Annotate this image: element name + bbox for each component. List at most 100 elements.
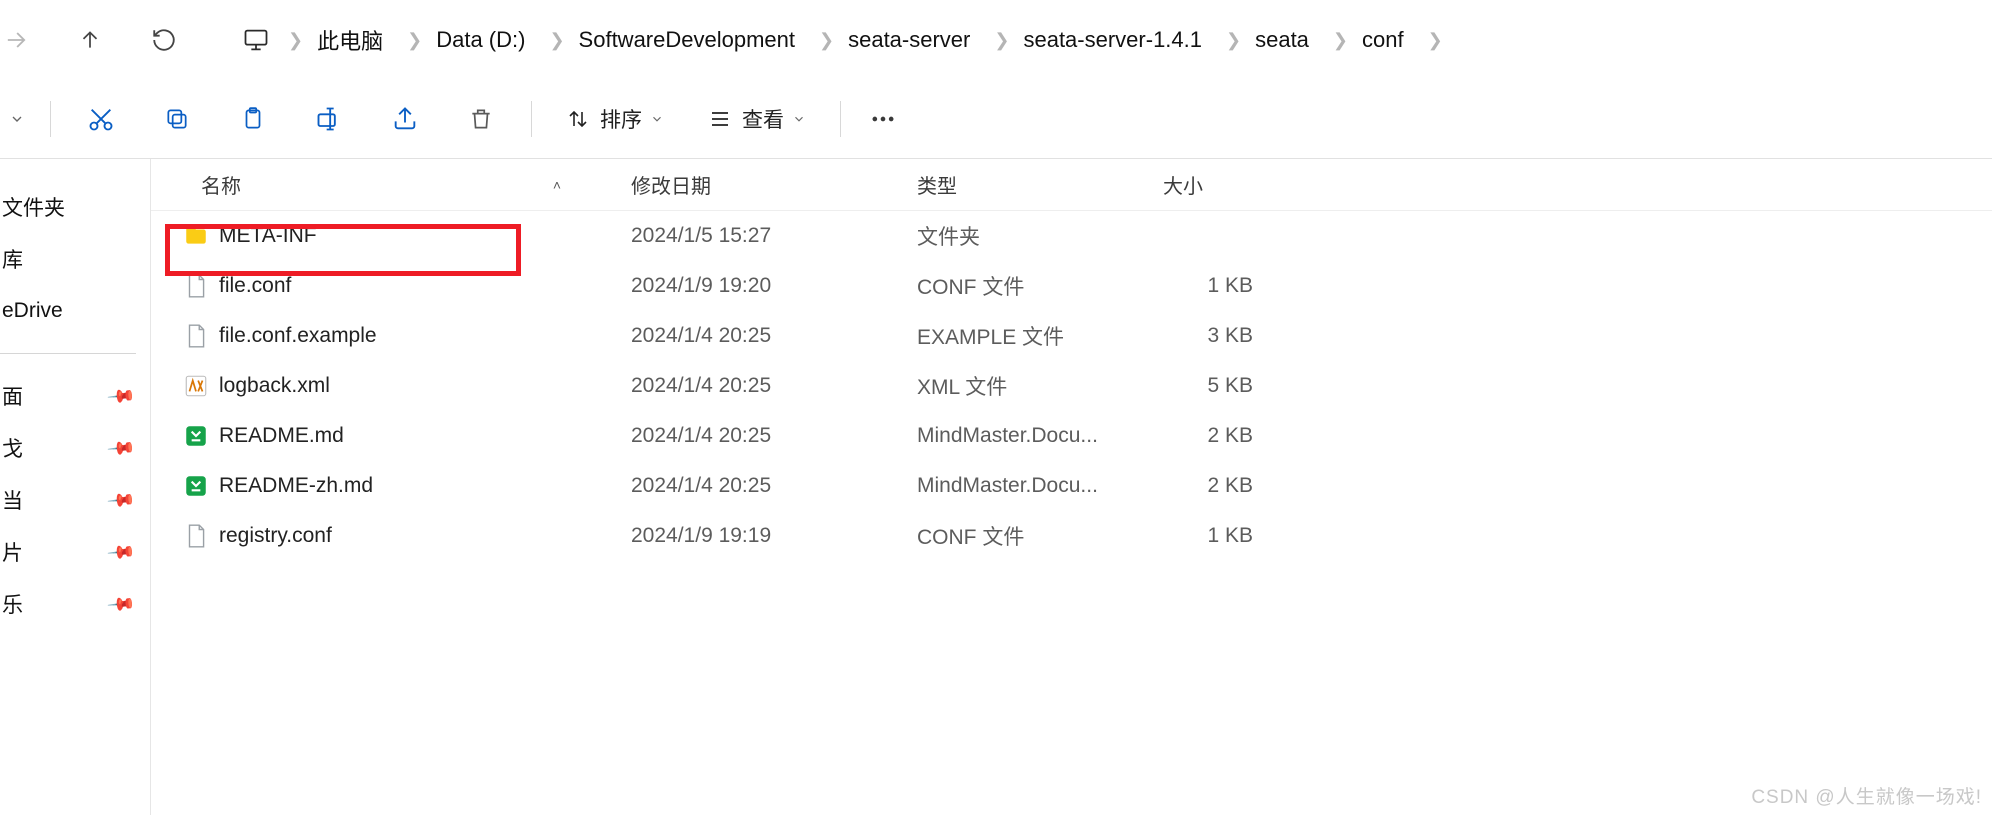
view-label: 查看 bbox=[742, 104, 784, 134]
chevron-right-icon[interactable]: ❯ bbox=[549, 30, 564, 51]
column-name[interactable]: 名称˄ bbox=[151, 170, 631, 199]
sort-button[interactable]: 排序 bbox=[566, 104, 664, 134]
paste-icon[interactable] bbox=[229, 95, 277, 143]
sidebar-item-label: 片 bbox=[2, 537, 23, 567]
cell-size: 5 KB bbox=[1163, 374, 1363, 398]
file-icon bbox=[183, 323, 209, 349]
file-name: registry.conf bbox=[219, 524, 332, 548]
sort-label: 排序 bbox=[600, 104, 642, 134]
table-row[interactable]: file.conf.example 2024/1/4 20:25EXAMPLE 文… bbox=[151, 311, 1992, 361]
file-name: META-INF bbox=[219, 224, 317, 248]
breadcrumb-item[interactable]: SoftwareDevelopment bbox=[579, 27, 795, 53]
cell-date: 2024/1/4 20:25 bbox=[631, 324, 917, 348]
cell-size: 1 KB bbox=[1163, 274, 1363, 298]
sidebar-item[interactable]: 库 bbox=[0, 233, 150, 285]
cell-type: EXAMPLE 文件 bbox=[917, 321, 1163, 351]
sidebar-item-label: 库 bbox=[2, 244, 23, 274]
separator bbox=[840, 101, 841, 137]
cell-date: 2024/1/9 19:19 bbox=[631, 524, 917, 548]
table-row[interactable]: README.md2024/1/4 20:25MindMaster.Docu..… bbox=[151, 411, 1992, 461]
rename-icon[interactable] bbox=[305, 95, 353, 143]
forward-icon[interactable] bbox=[0, 24, 32, 56]
sidebar-item[interactable]: 面📌 bbox=[0, 370, 150, 422]
file-icon bbox=[183, 523, 209, 549]
sidebar-item-label: 戈 bbox=[2, 433, 23, 463]
chevron-right-icon[interactable]: ❯ bbox=[1226, 30, 1241, 51]
file-name: file.conf.example bbox=[219, 324, 377, 348]
sidebar-item[interactable]: 乐📌 bbox=[0, 578, 150, 630]
breadcrumb-item[interactable]: conf bbox=[1362, 27, 1404, 53]
table-row[interactable]: file.conf 2024/1/9 19:20CONF 文件1 KB bbox=[151, 261, 1992, 311]
file-name: logback.xml bbox=[219, 374, 330, 398]
cell-size: 2 KB bbox=[1163, 424, 1363, 448]
breadcrumb-item[interactable]: seata-server bbox=[848, 27, 970, 53]
more-icon[interactable] bbox=[859, 95, 907, 143]
breadcrumb-item[interactable]: Data (D:) bbox=[436, 27, 525, 53]
chevron-down-icon[interactable] bbox=[6, 108, 28, 130]
copy-icon[interactable] bbox=[153, 95, 201, 143]
cell-name: META-INF bbox=[151, 223, 631, 249]
sidebar-item-label: 文件夹 bbox=[2, 192, 65, 222]
cell-date: 2024/1/5 15:27 bbox=[631, 224, 917, 248]
file-list-panel: 名称˄ 修改日期 类型 大小 META-INF2024/1/5 15:27文件夹… bbox=[150, 159, 1992, 815]
file-icon bbox=[183, 223, 209, 249]
cut-icon[interactable] bbox=[77, 95, 125, 143]
cell-name: registry.conf bbox=[151, 523, 631, 549]
sidebar: 文件夹 库 eDrive 面📌 戈📌 当📌 片📌 乐📌 bbox=[0, 159, 150, 815]
table-row[interactable]: README-zh.md2024/1/4 20:25MindMaster.Doc… bbox=[151, 461, 1992, 511]
column-type[interactable]: 类型 bbox=[917, 170, 1163, 199]
chevron-down-icon bbox=[792, 112, 806, 126]
chevron-right-icon[interactable]: ❯ bbox=[1333, 30, 1348, 51]
refresh-icon[interactable] bbox=[148, 24, 180, 56]
cell-date: 2024/1/9 19:20 bbox=[631, 274, 917, 298]
cell-size: 3 KB bbox=[1163, 324, 1363, 348]
sidebar-item-label: 当 bbox=[2, 485, 23, 515]
breadcrumb-item[interactable]: seata-server-1.4.1 bbox=[1023, 27, 1202, 53]
sidebar-item-label: 面 bbox=[2, 381, 23, 411]
sidebar-item[interactable]: 戈📌 bbox=[0, 422, 150, 474]
sidebar-item[interactable]: 当📌 bbox=[0, 474, 150, 526]
chevron-right-icon[interactable]: ❯ bbox=[288, 30, 303, 51]
cell-size: 2 KB bbox=[1163, 474, 1363, 498]
sidebar-item[interactable]: 片📌 bbox=[0, 526, 150, 578]
table-row[interactable]: registry.conf2024/1/9 19:19CONF 文件1 KB bbox=[151, 511, 1992, 561]
file-rows: META-INF2024/1/5 15:27文件夹file.conf2024/1… bbox=[151, 211, 1992, 561]
cell-name: README-zh.md bbox=[151, 473, 631, 499]
delete-icon[interactable] bbox=[457, 95, 505, 143]
address-bar: ❯ 此电脑 ❯ Data (D:) ❯ SoftwareDevelopment … bbox=[0, 0, 1992, 80]
column-date[interactable]: 修改日期 bbox=[631, 170, 917, 199]
sidebar-item[interactable]: eDrive bbox=[0, 285, 150, 337]
cell-name: README.md bbox=[151, 423, 631, 449]
breadcrumb[interactable]: ❯ 此电脑 ❯ Data (D:) ❯ SoftwareDevelopment … bbox=[224, 13, 1475, 67]
file-name: file.conf bbox=[219, 274, 291, 298]
chevron-right-icon[interactable]: ❯ bbox=[994, 30, 1009, 51]
cell-type: CONF 文件 bbox=[917, 271, 1163, 301]
sidebar-divider bbox=[0, 353, 136, 354]
nav-buttons-group bbox=[0, 0, 198, 80]
separator bbox=[531, 101, 532, 137]
sidebar-item[interactable]: 文件夹 bbox=[0, 181, 150, 233]
chevron-right-icon[interactable]: ❯ bbox=[1428, 30, 1443, 51]
file-icon bbox=[183, 473, 209, 499]
share-icon[interactable] bbox=[381, 95, 429, 143]
this-pc-icon bbox=[242, 26, 270, 54]
file-icon bbox=[183, 373, 209, 399]
chevron-right-icon[interactable]: ❯ bbox=[819, 30, 834, 51]
breadcrumb-item[interactable]: 此电脑 bbox=[317, 24, 383, 56]
up-icon[interactable] bbox=[74, 24, 106, 56]
file-name: README-zh.md bbox=[219, 474, 373, 498]
column-headers: 名称˄ 修改日期 类型 大小 bbox=[151, 159, 1992, 211]
view-button[interactable]: 查看 bbox=[708, 104, 806, 134]
sidebar-item-label: eDrive bbox=[2, 299, 63, 323]
table-row[interactable]: META-INF2024/1/5 15:27文件夹 bbox=[151, 211, 1992, 261]
pin-icon: 📌 bbox=[105, 433, 136, 463]
pin-icon: 📌 bbox=[105, 537, 136, 567]
breadcrumb-item[interactable]: seata bbox=[1255, 27, 1309, 53]
chevron-right-icon[interactable]: ❯ bbox=[407, 30, 422, 51]
file-name: README.md bbox=[219, 424, 344, 448]
pin-icon: 📌 bbox=[105, 589, 136, 619]
table-row[interactable]: logback.xml2024/1/4 20:25XML 文件5 KB bbox=[151, 361, 1992, 411]
column-size[interactable]: 大小 bbox=[1163, 170, 1363, 199]
cell-type: XML 文件 bbox=[917, 371, 1163, 401]
cell-type: CONF 文件 bbox=[917, 521, 1163, 551]
